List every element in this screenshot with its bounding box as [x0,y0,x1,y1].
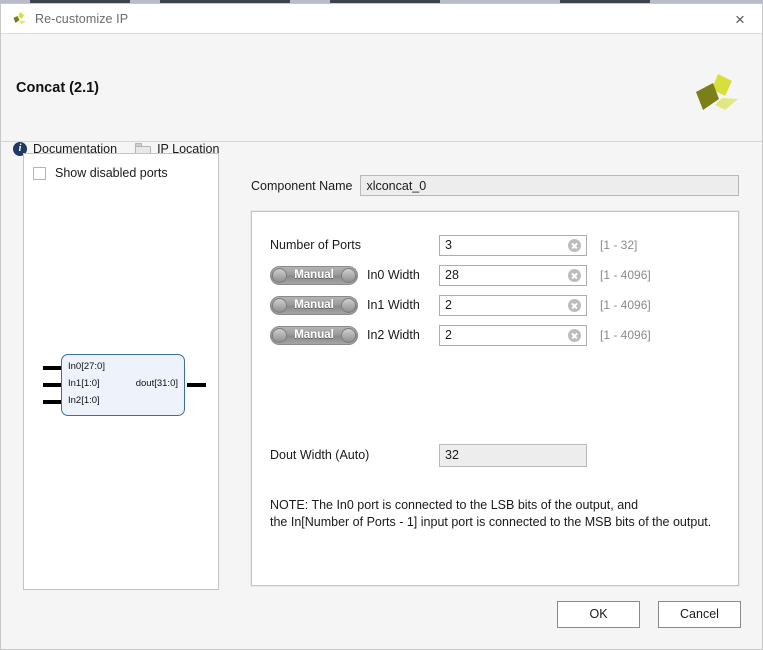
in2-width-label: In2 Width [367,328,420,342]
in1-width-row: Manual In1 Width [1 - 4096] [252,294,738,316]
cancel-button[interactable]: Cancel [658,601,741,628]
config-panel: Component Name Number of Ports [1 - 32] [238,153,745,590]
symbol-panel: Show disabled ports In0[27:0] In1[1:0] I… [23,153,219,590]
component-name-input[interactable] [360,175,739,196]
component-name-label: Component Name [251,179,352,193]
ip-symbol-block: In0[27:0] In1[1:0] In2[1:0] dout[31:0] [61,354,185,416]
port-label-dout: dout[31:0] [136,378,178,389]
ok-button[interactable]: OK [557,601,640,628]
dialog-header: Concat (2.1) i Documentation IP Location [1,34,762,142]
port-label-in0: In0[27:0] [68,361,105,372]
number-of-ports-input-wrap [439,235,587,256]
dout-width-label: Dout Width (Auto) [270,448,369,462]
in1-width-label: In1 Width [367,298,420,312]
number-of-ports-row: Number of Ports [1 - 32] [252,234,738,256]
dialog-body: Show disabled ports In0[27:0] In1[1:0] I… [1,141,762,649]
in0-width-row: Manual In0 Width [1 - 4096] [252,264,738,286]
xilinx-logo [694,72,740,116]
re-customize-ip-dialog: Re-customize IP × Concat (2.1) i Documen… [0,3,763,650]
clear-icon[interactable] [568,269,581,282]
ip-symbol-diagram: In0[27:0] In1[1:0] In2[1:0] dout[31:0] [40,354,208,422]
in2-width-input-wrap [439,325,587,346]
dout-width-row: Dout Width (Auto) [252,443,738,467]
page-title: Concat (2.1) [16,80,99,96]
note-line-2: the In[Number of Ports - 1] input port i… [270,514,720,531]
in1-width-range: [1 - 4096] [600,298,651,312]
in0-width-manual-toggle[interactable]: Manual [270,266,358,285]
number-of-ports-label: Number of Ports [270,238,361,252]
port-label-in1: In1[1:0] [68,378,100,389]
close-icon[interactable]: × [728,8,752,30]
note-line-1: NOTE: The In0 port is connected to the L… [270,497,720,514]
in2-width-manual-toggle[interactable]: Manual [270,326,358,345]
xilinx-logo-icon [10,10,28,28]
in0-width-input[interactable] [439,265,587,286]
clear-icon[interactable] [568,299,581,312]
clear-icon[interactable] [568,329,581,342]
note-text: NOTE: The In0 port is connected to the L… [270,497,720,531]
toggle-knob-right-icon [341,268,356,283]
clear-icon[interactable] [568,239,581,252]
in2-width-row: Manual In2 Width [1 - 4096] [252,324,738,346]
port-pin-in1 [43,383,62,387]
in0-width-input-wrap [439,265,587,286]
show-disabled-ports-label: Show disabled ports [55,166,168,180]
port-pin-in2 [43,400,62,404]
dialog-footer: OK Cancel [1,591,762,649]
show-disabled-ports-row[interactable]: Show disabled ports [33,166,168,180]
show-disabled-ports-checkbox[interactable] [33,167,46,180]
in2-width-input[interactable] [439,325,587,346]
toggle-knob-right-icon [341,328,356,343]
port-settings-groupbox: Number of Ports [1 - 32] Manual In0 Widt… [251,211,739,586]
port-pin-in0 [43,366,62,370]
dout-width-input [439,444,587,467]
in0-width-range: [1 - 4096] [600,268,651,282]
port-pin-dout [187,383,206,387]
in1-width-input-wrap [439,295,587,316]
component-name-row: Component Name [251,175,739,196]
number-of-ports-range: [1 - 32] [600,238,637,252]
toggle-knob-right-icon [341,298,356,313]
in1-width-manual-toggle[interactable]: Manual [270,296,358,315]
title-bar: Re-customize IP × [1,4,762,34]
port-label-in2: In2[1:0] [68,395,100,406]
number-of-ports-input[interactable] [439,235,587,256]
in0-width-label: In0 Width [367,268,420,282]
in2-width-range: [1 - 4096] [600,328,651,342]
window-title: Re-customize IP [35,12,128,26]
in1-width-input[interactable] [439,295,587,316]
